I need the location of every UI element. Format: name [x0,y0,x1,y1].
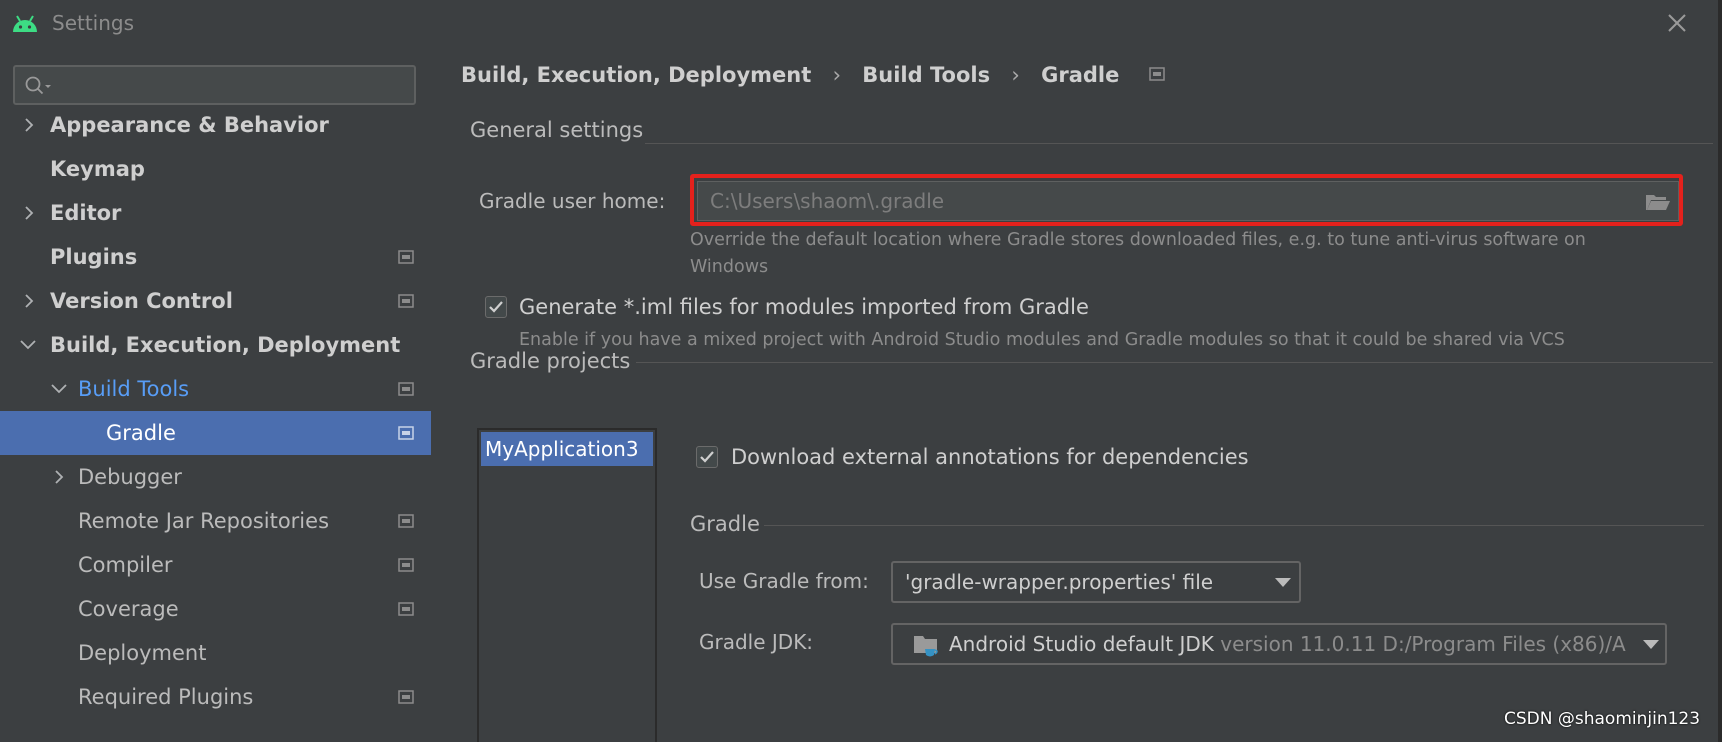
sidebar-item-gradle[interactable]: Gradle [0,411,431,455]
breadcrumb-item[interactable]: Build, Execution, Deployment [461,63,811,87]
breadcrumb: Build, Execution, Deployment › Build Too… [461,62,1165,87]
sidebar-item-label: Compiler [78,553,173,577]
gradle-user-home-hint: Override the default location where Grad… [690,227,1690,281]
project-scope-icon [398,602,414,616]
generate-iml-label: Generate *.iml files for modules importe… [519,295,1089,319]
breadcrumb-separator: › [1011,63,1020,87]
highlight-annotation-box [690,174,1683,226]
use-gradle-from-label: Use Gradle from: [699,569,869,593]
window-edge [1718,0,1722,742]
checkmark-icon [489,301,503,313]
select-value: 'gradle-wrapper.properties' file [905,570,1214,594]
sidebar-item-label: Coverage [78,597,179,621]
sidebar-item-label: Appearance & Behavior [50,113,329,137]
sidebar-item-label: Deployment [78,641,207,665]
sidebar-item-coverage[interactable]: Coverage [0,587,431,631]
jdk-name: Android Studio default JDK [949,632,1214,656]
sidebar-item-label: Build Tools [78,377,190,401]
sidebar-item-editor[interactable]: Editor [0,191,431,235]
sidebar-item-label: Editor [50,201,122,225]
title-bar: Settings [0,0,1722,46]
search-input[interactable] [13,65,416,105]
sidebar-item-label: Build, Execution, Deployment [50,333,401,357]
download-annotations-checkbox[interactable] [696,446,718,468]
hint-line: Override the default location where Grad… [690,230,1586,250]
project-scope-icon [398,514,414,528]
sidebar-item-label: Gradle [106,421,176,445]
divider [636,362,1713,363]
gradle-subsection-title: Gradle [690,512,760,536]
close-icon[interactable] [1665,11,1689,35]
general-settings-title: General settings [470,118,644,142]
sidebar-item-label: Plugins [50,245,138,269]
settings-tree: Appearance & Behavior Keymap Editor Plug… [0,103,431,719]
sidebar-item-version-control[interactable]: Version Control [0,279,431,323]
divider [645,143,1713,144]
sidebar-item-build-execution-deployment[interactable]: Build, Execution, Deployment [0,323,431,367]
window-title: Settings [52,11,135,35]
jdk-folder-icon [914,636,938,657]
download-annotations-label: Download external annotations for depend… [731,445,1249,469]
project-scope-icon [398,558,414,572]
generate-iml-checkbox[interactable] [485,296,507,318]
settings-sidebar: Appearance & Behavior Keymap Editor Plug… [0,46,431,742]
chevron-right-icon[interactable] [22,191,38,235]
chevron-right-icon[interactable] [22,103,38,147]
sidebar-item-compiler[interactable]: Compiler [0,543,431,587]
chevron-down-icon[interactable] [20,323,36,367]
breadcrumb-item[interactable]: Build Tools [862,63,990,87]
breadcrumb-item-current: Gradle [1041,63,1120,87]
chevron-right-icon[interactable] [52,455,68,499]
project-scope-icon [398,294,414,308]
generate-iml-hint: Enable if you have a mixed project with … [519,330,1565,350]
sidebar-item-label: Version Control [50,289,233,313]
divider [764,525,1704,526]
android-icon [13,15,37,32]
sidebar-item-required-plugins[interactable]: Required Plugins [0,675,431,719]
sidebar-item-plugins[interactable]: Plugins [0,235,431,279]
jdk-value: Android Studio default JDK version 11.0.… [949,625,1626,663]
breadcrumb-separator: › [832,63,841,87]
gradle-jdk-label: Gradle JDK: [699,630,814,654]
gradle-projects-title: Gradle projects [470,349,631,373]
project-scope-icon [398,690,414,704]
use-gradle-from-select[interactable]: 'gradle-wrapper.properties' file [891,561,1301,603]
project-list-item[interactable]: MyApplication3 [481,432,653,466]
search-icon [25,76,51,95]
sidebar-item-label: Required Plugins [78,685,254,709]
project-scope-icon [1148,67,1165,81]
sidebar-item-remote-jar-repositories[interactable]: Remote Jar Repositories [0,499,431,543]
project-scope-icon [398,250,414,264]
project-scope-icon [398,426,414,440]
gradle-jdk-select[interactable]: Android Studio default JDK version 11.0.… [891,623,1667,665]
watermark-text: CSDN @shaominjin123 [1504,709,1701,729]
project-scope-icon [398,382,414,396]
gradle-user-home-label: Gradle user home: [479,189,666,213]
settings-main-panel: Build, Execution, Deployment › Build Too… [431,46,1722,742]
dropdown-arrow-icon [1643,640,1659,650]
sidebar-item-appearance-behavior[interactable]: Appearance & Behavior [0,103,431,147]
sidebar-item-label: Debugger [78,465,182,489]
gradle-projects-list: MyApplication3 [477,428,657,742]
jdk-detail: version 11.0.11 D:/Program Files (x86)/A [1220,632,1626,656]
sidebar-item-debugger[interactable]: Debugger [0,455,431,499]
dropdown-arrow-icon [1275,578,1291,587]
sidebar-item-label: Keymap [50,157,145,181]
chevron-right-icon[interactable] [22,279,38,323]
checkmark-icon [700,451,714,463]
chevron-down-icon[interactable] [51,367,67,411]
sidebar-item-build-tools[interactable]: Build Tools [0,367,431,411]
sidebar-item-deployment[interactable]: Deployment [0,631,431,675]
sidebar-item-keymap[interactable]: Keymap [0,147,431,191]
hint-line: Windows [690,257,769,277]
sidebar-item-label: Remote Jar Repositories [78,509,330,533]
